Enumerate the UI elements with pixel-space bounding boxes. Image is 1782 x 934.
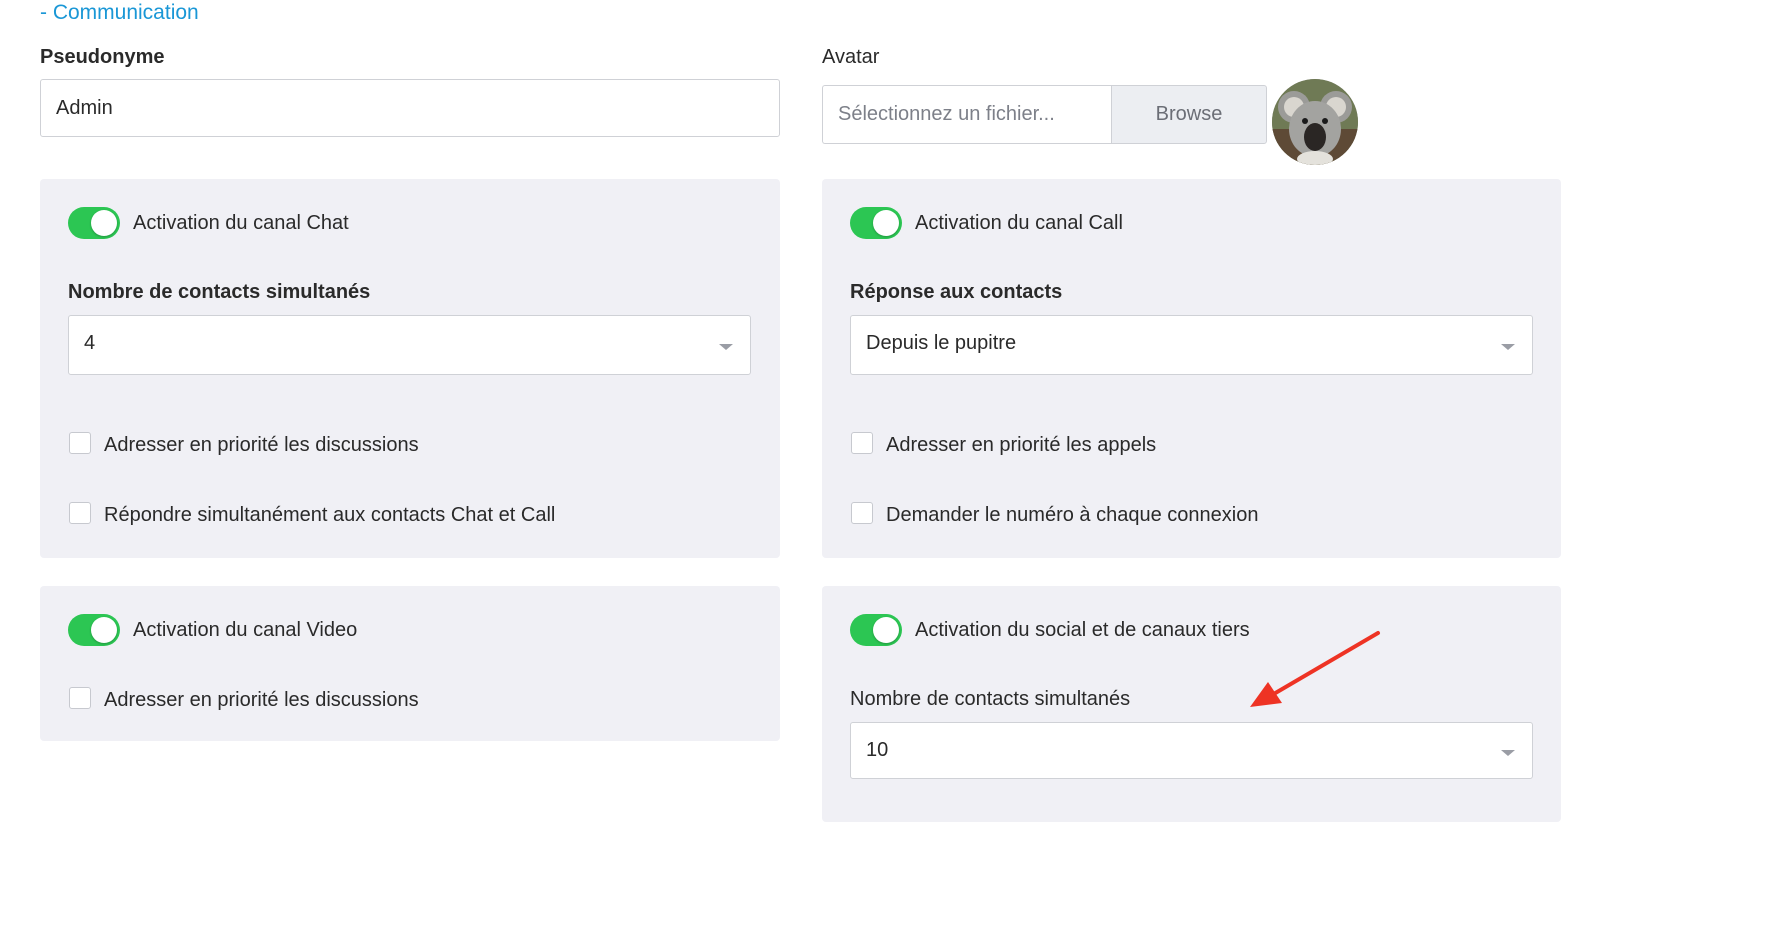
toggle-knob	[873, 617, 899, 643]
call-channel-toggle[interactable]	[850, 207, 902, 239]
koala-avatar-icon	[1272, 79, 1358, 165]
chat-channel-toggle[interactable]	[68, 207, 120, 239]
pseudonyme-value: Admin	[56, 96, 113, 119]
call-channel-toggle-label: Activation du canal Call	[915, 212, 1123, 234]
chat-simultaneous-call-label: Répondre simultanément aux contacts Chat…	[104, 504, 556, 526]
chat-simultaneous-call-checkbox[interactable]	[69, 502, 91, 524]
call-channel-panel: Activation du canal Call Réponse aux con…	[822, 179, 1561, 558]
video-channel-toggle[interactable]	[68, 614, 120, 646]
call-priority-label: Adresser en priorité les appels	[886, 434, 1157, 456]
avatar-label: Avatar	[822, 46, 880, 68]
avatar-file-placeholder: Sélectionnez un fichier...	[838, 103, 1055, 125]
social-simultaneous-label: Nombre de contacts simultanés	[850, 688, 1131, 710]
toggle-knob	[91, 210, 117, 236]
chevron-down-icon	[1501, 750, 1515, 756]
video-channel-toggle-label: Activation du canal Video	[133, 619, 358, 641]
browse-button[interactable]: Browse	[1111, 85, 1267, 144]
pseudonyme-label: Pseudonyme	[40, 46, 165, 68]
toggle-knob	[91, 617, 117, 643]
chat-channel-toggle-label: Activation du canal Chat	[133, 212, 349, 234]
chat-simultaneous-value: 4	[84, 332, 96, 354]
chat-priority-label: Adresser en priorité les discussions	[104, 434, 419, 456]
browse-button-label: Browse	[1155, 103, 1223, 125]
social-channel-panel: Activation du social et de canaux tiers …	[822, 586, 1561, 822]
social-simultaneous-select[interactable]: 10	[850, 722, 1533, 779]
call-response-label: Réponse aux contacts	[850, 281, 1063, 303]
toggle-knob	[873, 210, 899, 236]
video-channel-panel: Activation du canal Video Adresser en pr…	[40, 586, 780, 741]
video-priority-checkbox[interactable]	[69, 687, 91, 709]
call-ask-number-checkbox[interactable]	[851, 502, 873, 524]
chat-channel-panel: Activation du canal Chat Nombre de conta…	[40, 179, 780, 558]
social-channel-toggle-label: Activation du social et de canaux tiers	[915, 619, 1250, 641]
chevron-down-icon	[719, 344, 733, 350]
video-priority-label: Adresser en priorité les discussions	[104, 689, 419, 711]
social-channel-toggle[interactable]	[850, 614, 902, 646]
chevron-down-icon	[1501, 344, 1515, 350]
communication-section-link[interactable]: - Communication	[40, 0, 199, 26]
call-priority-checkbox[interactable]	[851, 432, 873, 454]
pseudonyme-input[interactable]: Admin	[40, 79, 780, 137]
call-ask-number-label: Demander le numéro à chaque connexion	[886, 504, 1259, 526]
call-response-value: Depuis le pupitre	[866, 332, 1017, 354]
chat-priority-checkbox[interactable]	[69, 432, 91, 454]
annotation-arrow-icon	[1250, 631, 1380, 707]
avatar-image	[1272, 79, 1358, 165]
chat-simultaneous-label: Nombre de contacts simultanés	[68, 281, 371, 303]
avatar-file-input[interactable]: Sélectionnez un fichier...	[822, 85, 1112, 144]
call-response-select[interactable]: Depuis le pupitre	[850, 315, 1533, 375]
social-simultaneous-value: 10	[866, 739, 889, 761]
chat-simultaneous-select[interactable]: 4	[68, 315, 751, 375]
